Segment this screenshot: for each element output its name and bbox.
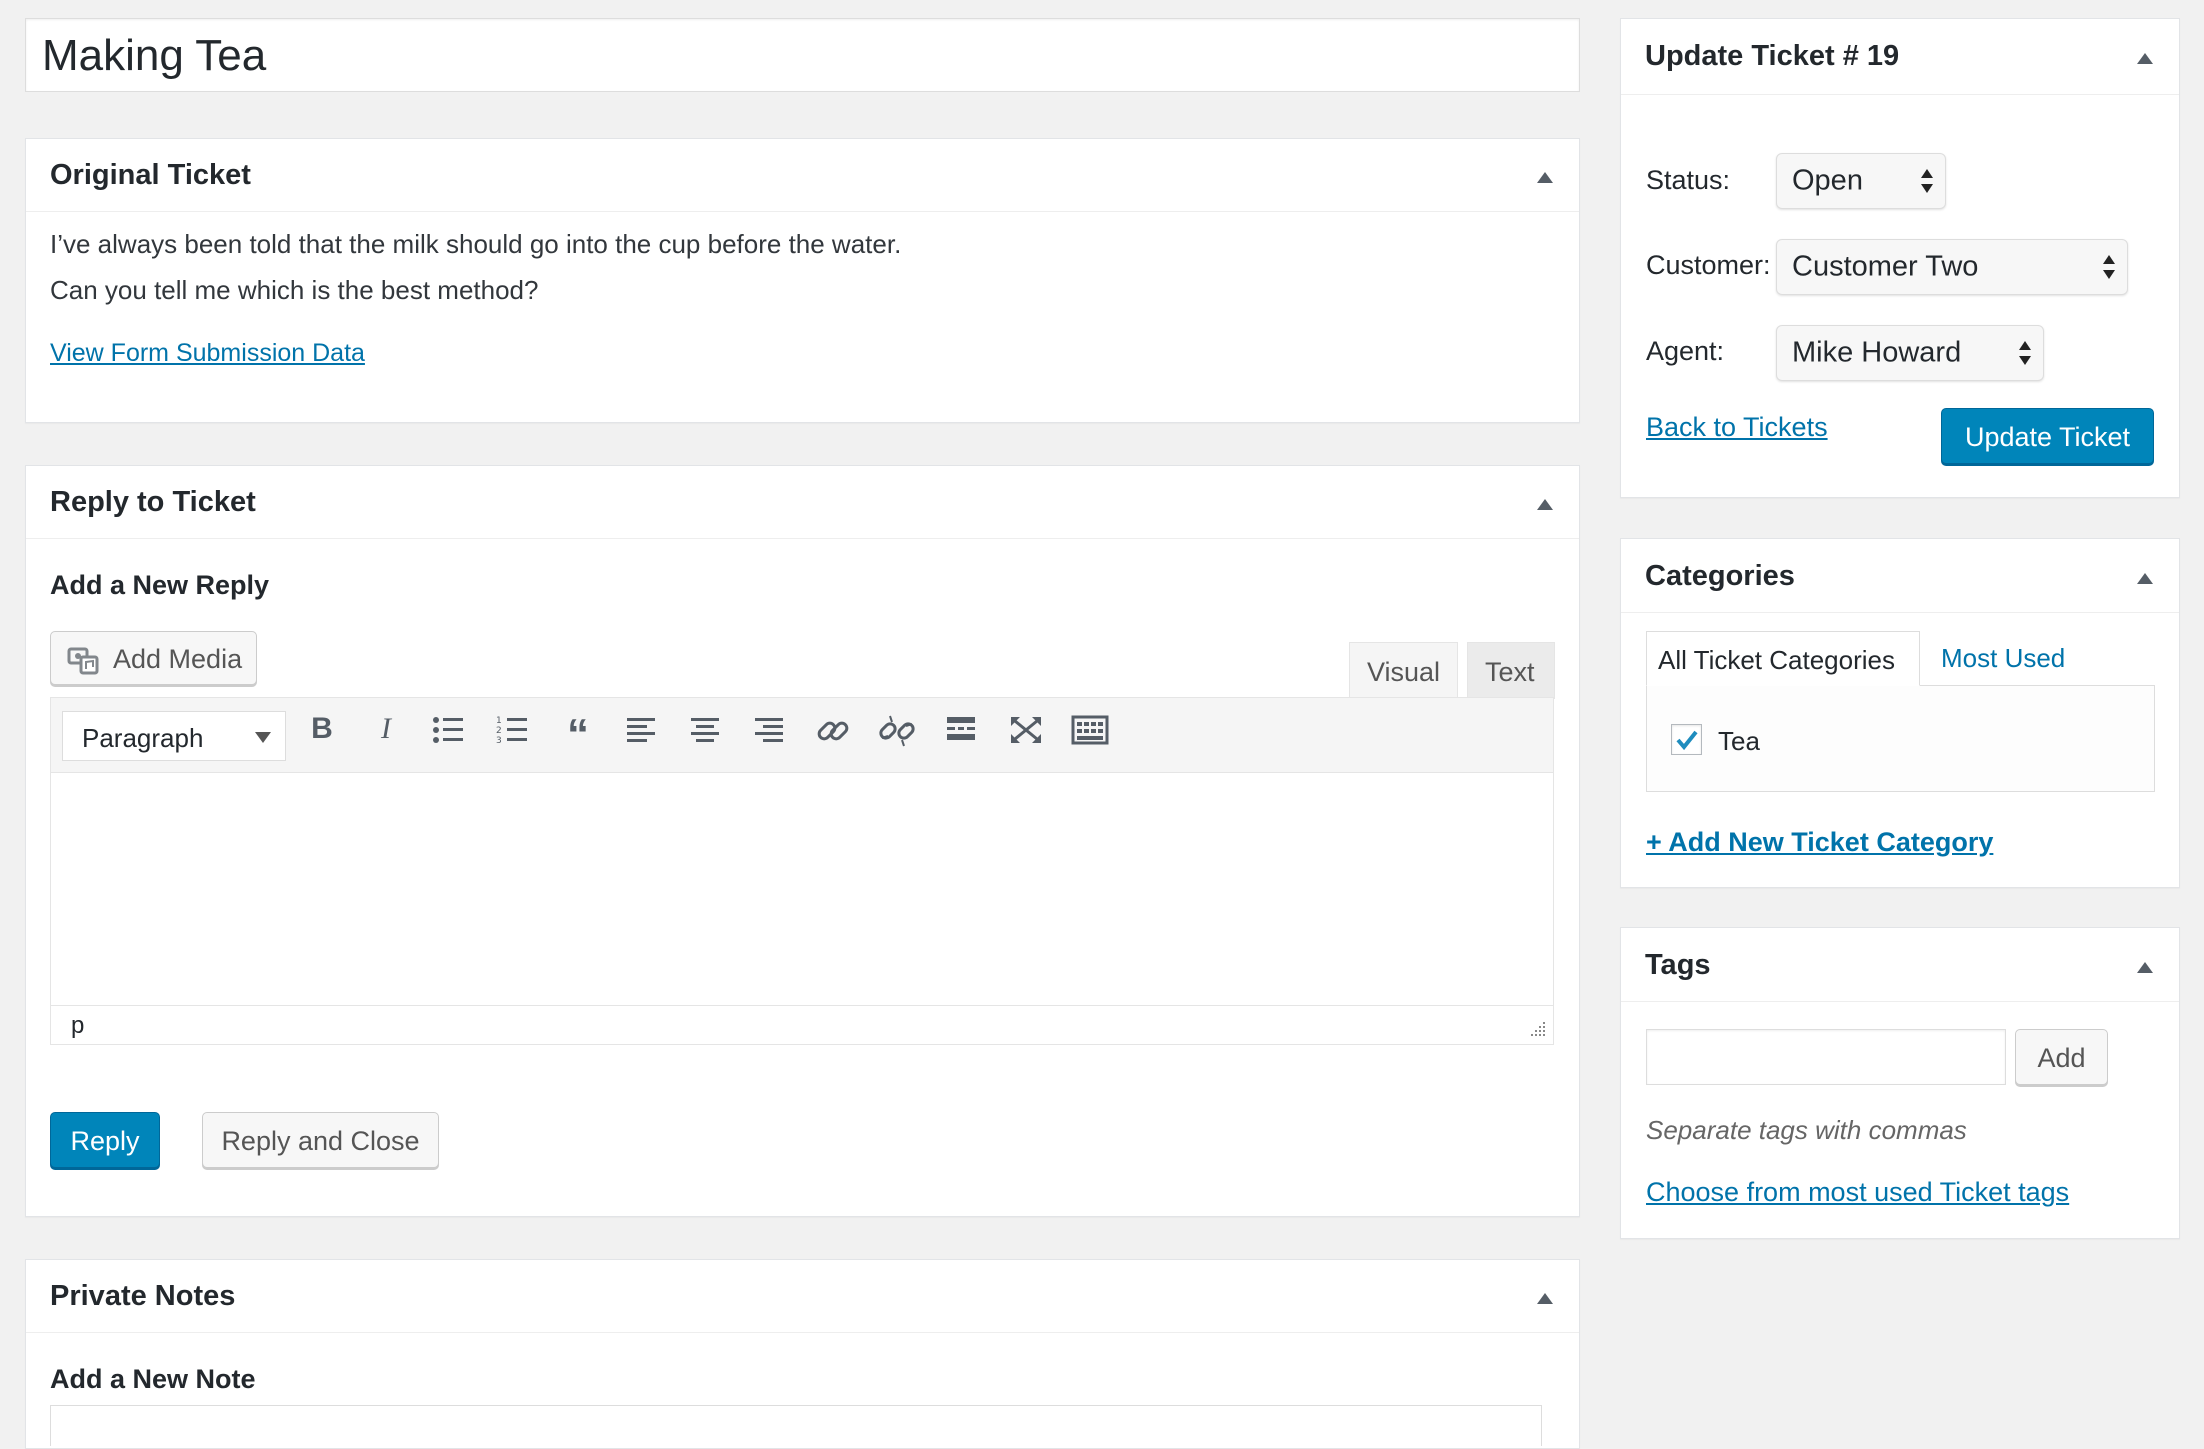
tags-help-text: Separate tags with commas <box>1646 1115 1967 1145</box>
update-ticket-label: Update Ticket <box>1964 422 2131 452</box>
tab-all-categories-label: All Ticket Categories <box>1658 645 1895 675</box>
add-note-heading: Add a New Note <box>50 1364 256 1394</box>
note-editor[interactable] <box>50 1405 1542 1446</box>
read-more-icon[interactable] <box>942 712 982 748</box>
reply-and-close-label: Reply and Close <box>221 1126 420 1156</box>
update-ticket-button[interactable]: Update Ticket <box>1941 408 2154 464</box>
tags-box: Tags Add Separate tags with commas Choos… <box>1620 927 2180 1239</box>
align-right-icon[interactable] <box>750 712 790 748</box>
select-arrows-icon <box>2103 254 2115 280</box>
tab-text[interactable]: Text <box>1467 642 1555 699</box>
customer-select[interactable]: Customer Two <box>1776 239 2128 295</box>
blockquote-icon[interactable]: “ <box>556 707 600 759</box>
categories-title: Categories <box>1645 560 1795 592</box>
title-input[interactable]: Making Tea <box>25 18 1580 92</box>
media-icon <box>67 647 99 675</box>
toolbar-toggle-icon[interactable] <box>1070 712 1110 748</box>
category-checkbox-tea[interactable] <box>1671 724 1702 755</box>
format-select[interactable]: Paragraph <box>62 711 286 761</box>
tab-all-categories[interactable]: All Ticket Categories <box>1646 631 1920 686</box>
reply-button-label: Reply <box>70 1126 140 1156</box>
tags-title: Tags <box>1645 949 1711 981</box>
align-left-icon[interactable] <box>622 712 662 748</box>
collapse-icon[interactable] <box>2137 573 2153 584</box>
editor-content-area[interactable] <box>50 772 1554 1006</box>
svg-text:2: 2 <box>496 726 502 736</box>
category-list: Tea <box>1646 685 2155 792</box>
fullscreen-icon[interactable] <box>1006 712 1046 748</box>
link-icon[interactable] <box>814 712 854 750</box>
categories-header[interactable]: Categories <box>1621 539 2179 613</box>
checkmark-icon <box>1676 730 1698 751</box>
tag-input[interactable] <box>1646 1029 2006 1085</box>
reply-button[interactable]: Reply <box>50 1112 160 1168</box>
editor-path[interactable]: p <box>71 1012 84 1040</box>
private-notes-box: Private Notes Add a New Note <box>25 1259 1580 1449</box>
editor-statusbar: p <box>50 1005 1554 1045</box>
tab-most-used[interactable]: Most Used <box>1941 643 2065 674</box>
update-ticket-header[interactable]: Update Ticket # 19 <box>1621 19 2179 95</box>
add-reply-heading: Add a New Reply <box>50 570 270 600</box>
update-ticket-box: Update Ticket # 19 Status: Open Customer… <box>1620 18 2180 498</box>
add-category-link[interactable]: + Add New Ticket Category <box>1646 827 1993 858</box>
original-ticket-box: Original Ticket I’ve always been told th… <box>25 138 1580 423</box>
collapse-icon[interactable] <box>1537 172 1553 183</box>
original-ticket-header[interactable]: Original Ticket <box>26 139 1579 212</box>
agent-select[interactable]: Mike Howard <box>1776 325 2044 381</box>
select-arrows-icon <box>2019 340 2031 366</box>
status-label: Status: <box>1646 165 1731 195</box>
svg-text:3: 3 <box>496 736 502 746</box>
categories-box: Categories All Ticket Categories Most Us… <box>1620 538 2180 888</box>
reply-and-close-button[interactable]: Reply and Close <box>202 1112 439 1168</box>
title-text: Making Tea <box>42 31 267 80</box>
collapse-icon[interactable] <box>1537 1293 1553 1304</box>
status-select[interactable]: Open <box>1776 153 1946 209</box>
collapse-icon[interactable] <box>2137 962 2153 973</box>
agent-value: Mike Howard <box>1792 336 1962 369</box>
add-tag-label: Add <box>2037 1043 2086 1073</box>
add-media-label: Add Media <box>113 644 243 674</box>
resize-handle-icon[interactable] <box>1531 1022 1547 1038</box>
choose-tags-link[interactable]: Choose from most used Ticket tags <box>1646 1177 2069 1208</box>
tab-text-label: Text <box>1485 657 1535 687</box>
reply-title: Reply to Ticket <box>50 486 256 518</box>
add-media-button[interactable]: Add Media <box>50 631 257 685</box>
agent-label: Agent: <box>1646 336 1725 366</box>
chevron-down-icon <box>255 732 271 743</box>
format-select-value: Paragraph <box>82 723 204 753</box>
original-ticket-title: Original Ticket <box>50 159 251 191</box>
customer-label: Customer: <box>1646 250 1771 280</box>
bullet-list-icon[interactable] <box>430 712 470 748</box>
svg-text:1: 1 <box>496 716 502 726</box>
status-value: Open <box>1792 164 1863 197</box>
ticket-message-line-1: I’ve always been told that the milk shou… <box>50 229 902 259</box>
unlink-icon[interactable] <box>878 712 918 750</box>
tags-header[interactable]: Tags <box>1621 928 2179 1002</box>
bold-icon[interactable]: B <box>300 707 344 751</box>
customer-value: Customer Two <box>1792 250 1979 283</box>
collapse-icon[interactable] <box>2137 53 2153 64</box>
collapse-icon[interactable] <box>1537 499 1553 510</box>
reply-header[interactable]: Reply to Ticket <box>26 466 1579 539</box>
tab-visual-label: Visual <box>1367 657 1441 687</box>
update-ticket-title: Update Ticket # 19 <box>1645 40 1900 72</box>
private-notes-header[interactable]: Private Notes <box>26 1260 1579 1333</box>
italic-icon[interactable]: I <box>364 707 408 751</box>
tab-visual[interactable]: Visual <box>1349 642 1458 699</box>
view-form-submission-link[interactable]: View Form Submission Data <box>50 339 365 368</box>
add-tag-button[interactable]: Add <box>2015 1029 2108 1085</box>
private-notes-title: Private Notes <box>50 1280 236 1312</box>
ticket-message-line-2: Can you tell me which is the best method… <box>50 275 539 305</box>
category-label-tea: Tea <box>1718 726 1760 756</box>
select-arrows-icon <box>1921 168 1933 194</box>
numbered-list-icon[interactable]: 1 2 3 <box>494 712 534 748</box>
align-center-icon[interactable] <box>686 712 726 748</box>
back-to-tickets-link[interactable]: Back to Tickets <box>1646 412 1828 443</box>
